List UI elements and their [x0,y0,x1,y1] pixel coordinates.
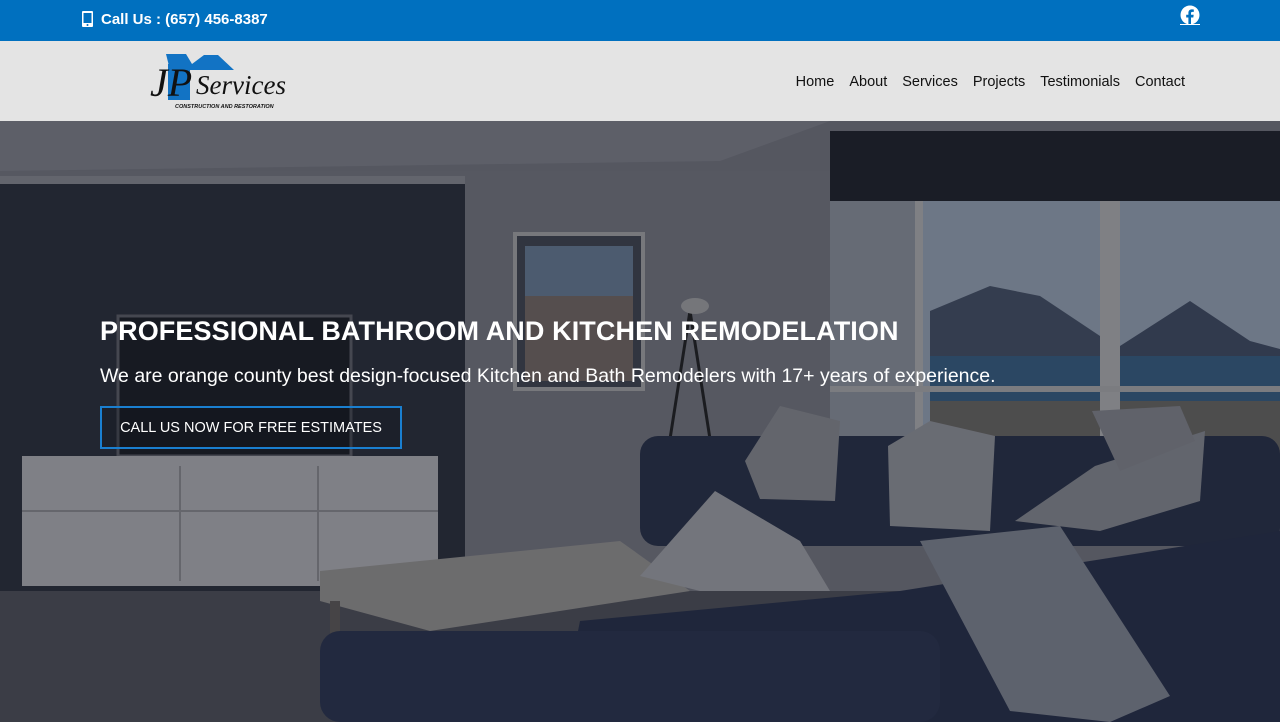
nav-testimonials[interactable]: Testimonials [1040,74,1120,90]
call-us-text: Call Us : (657) 456-8387 [101,10,268,28]
logo-initials: JP [150,60,192,105]
hero-section: PROFESSIONAL BATHROOM AND KITCHEN REMODE… [0,121,1280,722]
facebook-icon[interactable] [1180,5,1200,25]
main-nav: Home About Services Projects Testimonial… [781,74,1185,90]
hero-subtitle: We are orange county best design-focused… [100,365,996,387]
nav-projects[interactable]: Projects [973,74,1025,90]
logo-name: Services [196,70,286,100]
nav-about[interactable]: About [849,74,887,90]
nav-services[interactable]: Services [902,74,958,90]
site-logo[interactable]: JP Services CONSTRUCTION AND RESTORATION [148,52,298,112]
site-header: JP Services CONSTRUCTION AND RESTORATION… [0,41,1280,121]
free-estimates-button[interactable]: CALL US NOW FOR FREE ESTIMATES [100,406,402,449]
facebook-underline [1180,24,1200,25]
hero-title: PROFESSIONAL BATHROOM AND KITCHEN REMODE… [100,316,899,346]
phone-icon [80,10,95,28]
logo-tagline: CONSTRUCTION AND RESTORATION [175,104,275,110]
nav-contact[interactable]: Contact [1135,74,1185,90]
call-us-link[interactable]: Call Us : (657) 456-8387 [80,10,268,28]
top-bar: Call Us : (657) 456-8387 [0,0,1280,41]
nav-home[interactable]: Home [796,74,835,90]
